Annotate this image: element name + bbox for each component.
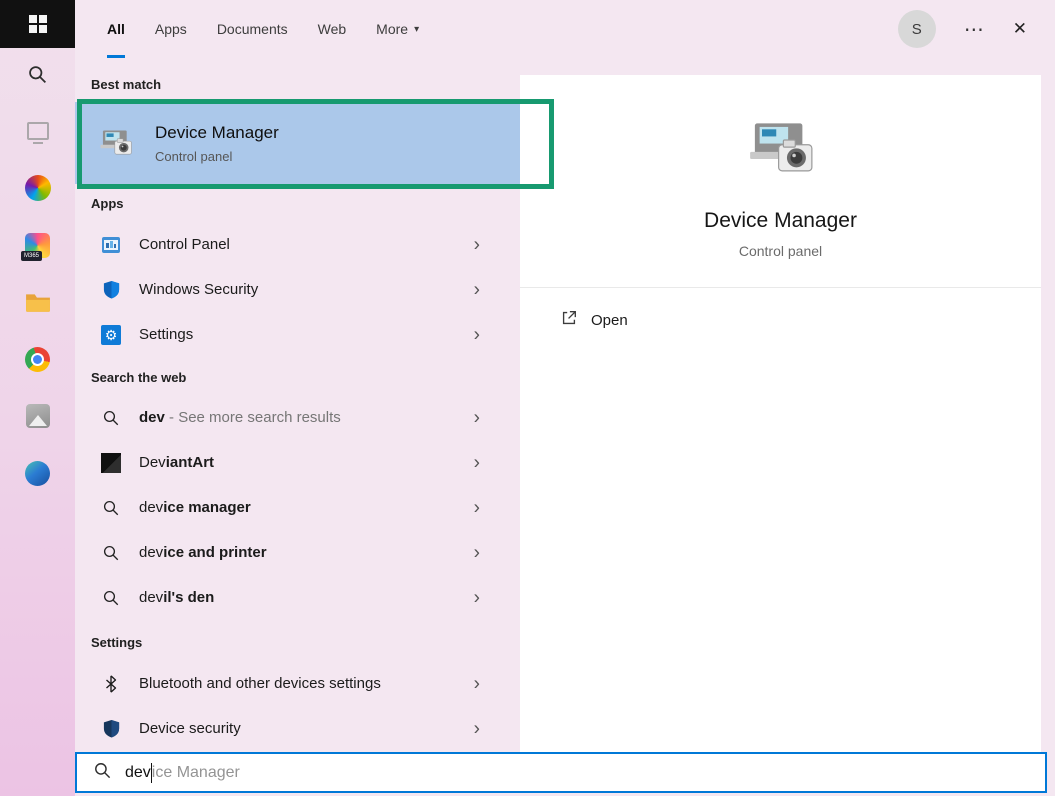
search-icon [100, 499, 122, 517]
open-external-icon [560, 309, 578, 332]
section-header-best-match: Best match [91, 77, 520, 92]
tab-apps[interactable]: Apps [155, 0, 187, 58]
search-results-list: Best match Device Manager Control panel … [75, 58, 520, 752]
result-row-control-panel[interactable]: Control Panel › [75, 222, 520, 267]
photos-icon[interactable] [25, 403, 51, 429]
query-text: dev [139, 409, 165, 426]
chevron-right-icon[interactable]: › [474, 280, 480, 299]
chevron-right-icon[interactable]: › [474, 588, 480, 607]
suggestion-text: iantArt [166, 454, 214, 471]
result-row-windows-security[interactable]: Windows Security › [75, 267, 520, 312]
open-label: Open [591, 312, 628, 329]
deviantart-icon [100, 453, 122, 473]
chevron-right-icon[interactable]: › [474, 543, 480, 562]
suggestion-text: - See more search results [165, 409, 341, 426]
section-header-settings: Settings [91, 635, 520, 650]
chevron-right-icon[interactable]: › [474, 235, 480, 254]
pinned-device-icon[interactable] [25, 118, 51, 144]
suggestion-text: ice and printer [163, 544, 266, 561]
search-icon [100, 544, 122, 562]
folder-icon[interactable] [25, 289, 51, 315]
chrome-icon[interactable] [25, 346, 51, 372]
suggestion-text: ice manager [163, 499, 251, 516]
m365-icon[interactable]: M365 [25, 232, 51, 258]
web-rows: dev - See more search results › DeviantA… [75, 395, 520, 620]
search-filter-bar: All Apps Documents Web More ▾ S ⋯ ✕ [75, 0, 1055, 58]
control-panel-icon [100, 235, 122, 255]
search-text: dev ice Manager [125, 763, 240, 783]
web-suggestion-row-see-more[interactable]: dev - See more search results › [75, 395, 520, 440]
chevron-right-icon[interactable]: › [474, 498, 480, 517]
sidebar-icon-list: M365 [0, 48, 75, 517]
settings-row-bluetooth[interactable]: Bluetooth and other devices settings › [75, 661, 520, 706]
query-text: Dev [139, 454, 166, 471]
tab-documents[interactable]: Documents [217, 0, 288, 58]
search-icon [100, 589, 122, 607]
windows-logo-icon [29, 15, 47, 33]
typed-query: dev [125, 764, 151, 782]
bluetooth-devices-icon [100, 675, 122, 693]
detail-subtitle: Control panel [739, 243, 822, 259]
result-label: Settings [139, 326, 193, 343]
start-button[interactable] [0, 0, 75, 48]
result-label: Control Panel [139, 236, 230, 253]
query-text: dev [139, 544, 163, 561]
topbar-actions: S ⋯ ✕ [898, 0, 1055, 58]
best-match-result[interactable]: Device Manager Control panel [75, 102, 520, 184]
search-icon [93, 761, 112, 785]
section-header-apps: Apps [91, 196, 520, 211]
best-match-title: Device Manager [155, 123, 279, 143]
taskbar-sidebar: M365 [0, 0, 75, 796]
filter-tabs: All Apps Documents Web More ▾ [75, 0, 419, 58]
best-match-subtitle: Control panel [155, 149, 279, 164]
chevron-down-icon: ▾ [414, 24, 419, 35]
chevron-right-icon[interactable]: › [474, 674, 480, 693]
options-icon[interactable]: ⋯ [964, 17, 985, 42]
tab-more-label: More [376, 21, 408, 37]
query-text: dev [139, 589, 163, 606]
result-label: Device security [139, 720, 241, 737]
tab-web[interactable]: Web [318, 0, 347, 58]
device-security-shield-icon [100, 719, 122, 738]
account-avatar[interactable]: S [898, 10, 936, 48]
inline-suggestion: ice Manager [152, 764, 240, 782]
detail-title: Device Manager [704, 209, 857, 233]
result-label: Windows Security [139, 281, 258, 298]
query-text: dev [139, 499, 163, 516]
tab-all[interactable]: All [107, 0, 125, 58]
web-suggestion-row-devils-den[interactable]: devil's den › [75, 575, 520, 620]
close-icon[interactable]: ✕ [1013, 19, 1027, 39]
apps-rows: Control Panel › Windows Security › ⚙ Set… [75, 222, 520, 357]
gear-icon: ⚙ [100, 325, 122, 345]
web-suggestion-row-device-manager[interactable]: device manager › [75, 485, 520, 530]
web-suggestion-row-device-and-printer[interactable]: device and printer › [75, 530, 520, 575]
tab-more[interactable]: More ▾ [376, 0, 419, 58]
chevron-right-icon[interactable]: › [474, 719, 480, 738]
web-suggestion-row-deviantart[interactable]: DeviantArt › [75, 440, 520, 485]
device-manager-icon-large [743, 121, 819, 183]
m365-badge: M365 [21, 251, 42, 261]
chevron-right-icon[interactable]: › [474, 325, 480, 344]
shield-icon [100, 280, 122, 299]
search-icon[interactable] [25, 61, 51, 87]
result-detail-panel: Device Manager Control panel Open [520, 75, 1041, 752]
result-label: Bluetooth and other devices settings [139, 675, 381, 692]
search-input[interactable]: dev ice Manager [75, 752, 1047, 793]
settings-rows: Bluetooth and other devices settings › D… [75, 661, 520, 751]
chevron-right-icon[interactable]: › [474, 408, 480, 427]
settings-row-device-security[interactable]: Device security › [75, 706, 520, 751]
open-action[interactable]: Open [560, 309, 628, 332]
windows-search-panel: M365 All Apps Documents Web More ▾ S [0, 0, 1055, 796]
result-row-settings[interactable]: ⚙ Settings › [75, 312, 520, 357]
office-icon[interactable] [25, 175, 51, 201]
device-manager-icon [97, 129, 135, 158]
search-icon [100, 409, 122, 427]
detail-divider [520, 287, 1041, 288]
edge-icon[interactable] [25, 460, 51, 486]
suggestion-text: il's den [163, 589, 214, 606]
section-header-search-web: Search the web [91, 370, 520, 385]
chevron-right-icon[interactable]: › [474, 453, 480, 472]
